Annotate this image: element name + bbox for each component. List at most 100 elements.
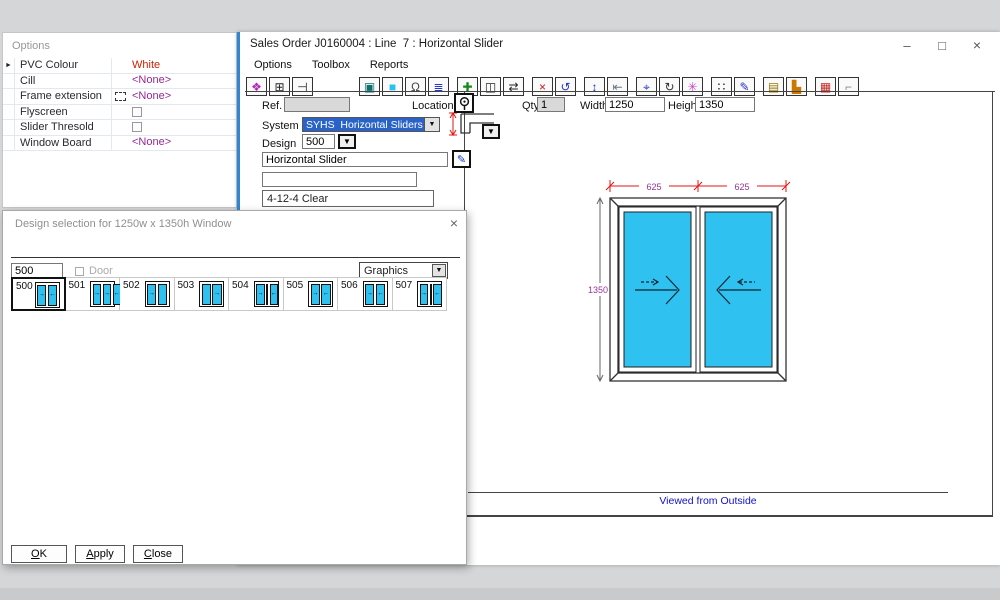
window-title: Sales Order J0160004 : Line 7 : Horizont… (250, 38, 503, 50)
design-input[interactable] (302, 134, 335, 149)
dim-top-left: 625 (646, 182, 661, 192)
row-gutter (3, 74, 15, 89)
design-option-500[interactable]: 500→← (11, 277, 66, 311)
titlebar[interactable]: Sales Order J0160004 : Line 7 : Horizont… (240, 32, 1000, 58)
description-input[interactable] (262, 152, 448, 167)
design-option-502[interactable]: 502→ (120, 277, 175, 311)
option-value[interactable]: White (129, 58, 236, 73)
option-checkbox[interactable] (132, 122, 142, 132)
ref-label: Ref. (262, 100, 282, 112)
design-option-505[interactable]: 505→← (284, 277, 339, 311)
dialog-title: Design selection for 1250w x 1350h Windo… (15, 218, 231, 230)
design-id: 505 (287, 280, 304, 291)
option-row-cill[interactable]: Cill<None> (3, 74, 236, 90)
dialog-button-row: OK Apply Close (11, 545, 183, 563)
design-window-icon: →← (363, 281, 388, 307)
selected-row-arrow-icon: ► (5, 62, 12, 69)
option-value[interactable] (129, 120, 236, 135)
door-label: Door (89, 265, 113, 277)
maximize-button[interactable]: □ (931, 35, 953, 55)
design-id: 507 (396, 280, 413, 291)
profile-preview-widget: ▼ (446, 108, 504, 144)
design-id: 501 (69, 280, 86, 291)
qty-input[interactable] (537, 97, 565, 112)
row-mid-cell (112, 89, 129, 104)
palette-button[interactable]: ❖ (246, 77, 267, 96)
design-option-503[interactable]: 503 → (175, 277, 230, 311)
grid-button[interactable]: ⊞ (269, 77, 290, 96)
row-gutter (3, 120, 15, 135)
option-row-window-board[interactable]: Window Board<None> (3, 136, 236, 152)
close-button[interactable]: Close (133, 545, 183, 563)
row-mid-cell (112, 105, 129, 120)
top-dimension-lines (606, 180, 790, 192)
row-mid-cell (112, 74, 129, 89)
dialog-close-icon[interactable]: × (450, 215, 458, 231)
door-checkbox[interactable] (75, 267, 84, 276)
system-select[interactable]: SYHS Horizontal Sliders ▼ (302, 117, 440, 132)
glass-button[interactable]: ■ (382, 77, 403, 96)
location-pin-button[interactable] (454, 93, 474, 113)
menu-reports[interactable]: Reports (360, 58, 419, 71)
option-row-slider-thresold[interactable]: Slider Thresold (3, 120, 236, 136)
picker-icon[interactable] (115, 92, 126, 101)
design-window-icon: →→← (90, 281, 115, 307)
dim-side: 1350 (588, 285, 608, 295)
menu-toolbox[interactable]: Toolbox (302, 58, 360, 71)
row-mid-cell (112, 120, 129, 135)
design-dropdown-button[interactable]: ▼ (338, 134, 356, 149)
design-option-504[interactable]: 504 →← (229, 277, 284, 311)
width-input[interactable] (605, 97, 665, 112)
profile-dropdown-button[interactable]: ▼ (482, 124, 500, 139)
design-option-501[interactable]: 501 →→← (66, 277, 121, 311)
row-gutter (3, 105, 15, 120)
design-option-506[interactable]: 506→← (338, 277, 393, 311)
location-pin-icon (458, 96, 471, 111)
design-id: 502 (123, 280, 140, 291)
option-checkbox[interactable] (132, 107, 142, 117)
menu-bar: OptionsToolboxReports (240, 58, 1000, 76)
caption-separator (468, 492, 948, 493)
mirror-button[interactable]: ⊣ (292, 77, 313, 96)
option-value[interactable]: <None> (129, 89, 236, 104)
design-window-icon: →← (254, 281, 279, 307)
design-id: 503 (178, 280, 195, 291)
close-button[interactable]: × (966, 35, 988, 55)
option-value[interactable] (129, 105, 236, 120)
option-value[interactable]: <None> (129, 136, 236, 151)
menu-options[interactable]: Options (244, 58, 302, 71)
height-input[interactable] (695, 97, 755, 112)
design-window-icon: →← (417, 281, 442, 307)
row-gutter: ► (3, 58, 15, 73)
design-window-icon: →← (35, 282, 60, 308)
specification-button[interactable]: ≣ (428, 77, 449, 96)
pencil-icon: ✎ (457, 153, 466, 166)
glazing-field[interactable]: 4-12-4 Clear (262, 190, 434, 207)
option-row-pvc-colour[interactable]: ►PVC ColourWhite (3, 58, 236, 74)
edit-description-button[interactable]: ✎ (452, 150, 471, 168)
option-row-flyscreen[interactable]: Flyscreen (3, 105, 236, 121)
lock-button[interactable]: Ω (405, 77, 426, 96)
frame-button[interactable]: ▣ (359, 77, 380, 96)
button-label: Close (134, 548, 182, 560)
extra-input[interactable] (262, 172, 417, 187)
design-id: 500 (16, 281, 33, 292)
design-window-icon: → (199, 281, 224, 307)
minimize-button[interactable]: – (896, 35, 918, 55)
option-label: Frame extension (15, 89, 112, 104)
row-mid-cell (112, 58, 129, 73)
design-option-507[interactable]: 507 →← (393, 277, 448, 311)
option-label: Slider Thresold (15, 120, 112, 135)
option-value[interactable]: <None> (129, 74, 236, 89)
chevron-down-icon[interactable]: ▼ (432, 264, 446, 277)
design-id: 504 (232, 280, 249, 291)
apply-button[interactable]: Apply (75, 545, 125, 563)
property-grid: ►PVC ColourWhiteCill<None>Frame extensio… (3, 58, 236, 151)
row-gutter (3, 89, 15, 104)
ref-input[interactable] (284, 97, 350, 112)
desktop-strip (0, 588, 1000, 600)
drawing-caption: Viewed from Outside (468, 495, 948, 507)
chevron-down-icon[interactable]: ▼ (424, 118, 439, 131)
ok-button[interactable]: OK (11, 545, 67, 563)
option-row-frame-extension[interactable]: Frame extension <None> (3, 89, 236, 105)
